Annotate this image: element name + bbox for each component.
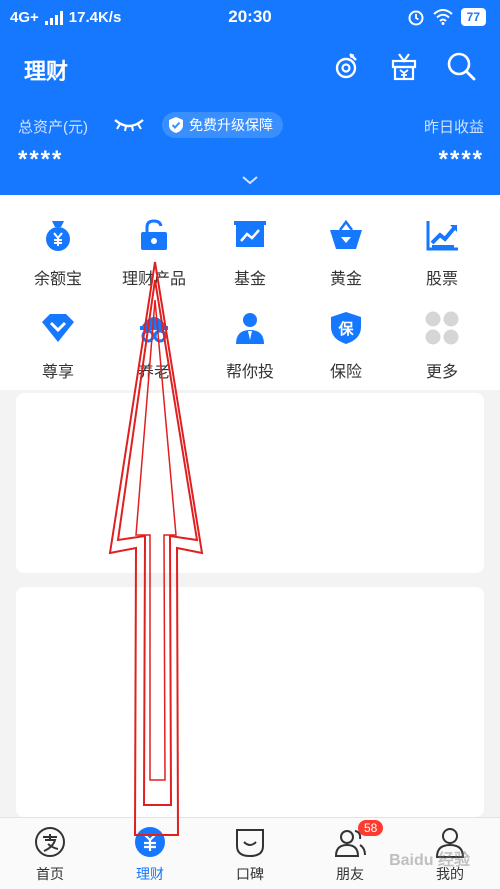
wifi-icon [432, 9, 453, 25]
page-title: 理财 [24, 59, 69, 84]
grid-label: 基金 [233, 271, 266, 288]
product-grid: 余额宝 理财产品 基金 黄金 股票 尊享 养老 帮你投 保 保险 更多 [0, 195, 500, 390]
alipay-home-icon [35, 827, 65, 857]
koubei-icon [236, 829, 264, 858]
tab-friends[interactable]: 58 朋友 [300, 818, 400, 889]
grid-item-yuebao[interactable]: 余额宝 [8, 195, 108, 288]
lock-icon [141, 219, 167, 250]
chart-board-icon [234, 221, 266, 247]
yesterday-earnings-label: 昨日收益 [423, 119, 484, 136]
grid-label: 养老 [137, 364, 170, 381]
grid-item-fund[interactable]: 基金 [200, 195, 300, 288]
grid-label: 帮你投 [225, 364, 274, 381]
search-icon[interactable] [445, 50, 477, 82]
grid-label: 黄金 [329, 271, 362, 288]
hide-eye-icon[interactable] [112, 114, 146, 136]
grid-item-insurance[interactable]: 保 保险 [296, 288, 396, 381]
grid-item-wealth-products[interactable]: 理财产品 [104, 195, 204, 288]
status-bar: 4G+ 17.4K/s 20:30 77 [0, 0, 500, 34]
shield-check-icon [169, 117, 183, 133]
elder-icon [140, 317, 168, 343]
money-bag-icon [46, 221, 70, 251]
tab-label: 朋友 [336, 866, 364, 882]
upgrade-protection-label: 免费升级保障 [189, 117, 273, 133]
alarm-icon [408, 10, 424, 26]
total-assets-label: 总资产(元) [18, 119, 88, 136]
finance-icon [135, 827, 165, 857]
tab-label: 理财 [136, 866, 164, 882]
unread-badge: 58 [358, 820, 384, 836]
yesterday-earnings-value[interactable]: **** [439, 146, 484, 174]
insurance-glyph: 保 [337, 320, 354, 338]
header: 4G+ 17.4K/s 20:30 77 理财 总资产(元) 免费升级保障 昨日… [0, 0, 500, 195]
advisor-icon [236, 313, 264, 344]
grid-label: 理财产品 [121, 271, 186, 288]
grid-item-gold[interactable]: 黄金 [296, 195, 396, 288]
diamond-icon [42, 314, 74, 342]
grid-label: 余额宝 [33, 271, 82, 288]
grid-item-advisor[interactable]: 帮你投 [200, 288, 300, 381]
grid-item-more[interactable]: 更多 [392, 288, 492, 381]
planet-icon[interactable] [330, 50, 362, 82]
grid-item-stocks[interactable]: 股票 [392, 195, 492, 288]
grid-label: 股票 [425, 271, 458, 288]
grid-item-pension[interactable]: 养老 [104, 288, 204, 381]
grid-label: 更多 [425, 364, 458, 381]
total-assets-value[interactable]: **** [18, 146, 63, 174]
tab-finance[interactable]: 理财 [100, 818, 200, 889]
content-card[interactable] [16, 587, 484, 817]
insurance-shield-icon: 保 [331, 312, 361, 344]
battery-indicator: 77 [460, 8, 486, 26]
more-icon [425, 311, 459, 345]
upgrade-protection-button[interactable]: 免费升级保障 [162, 112, 283, 138]
watermark: Baidu 经验 [389, 852, 470, 869]
grid-item-premium[interactable]: 尊享 [8, 288, 108, 381]
tab-home[interactable]: 首页 [0, 818, 100, 889]
stock-trend-icon [426, 221, 458, 251]
tab-label: 口碑 [236, 866, 264, 882]
grid-label: 尊享 [41, 364, 74, 381]
chevron-down-icon[interactable] [240, 174, 260, 186]
tab-koubei[interactable]: 口碑 [200, 818, 300, 889]
gift-icon[interactable] [388, 50, 420, 82]
grid-label: 保险 [329, 364, 362, 381]
gold-basket-icon [330, 219, 362, 249]
content-card[interactable] [16, 393, 484, 573]
tab-label: 首页 [36, 866, 64, 882]
